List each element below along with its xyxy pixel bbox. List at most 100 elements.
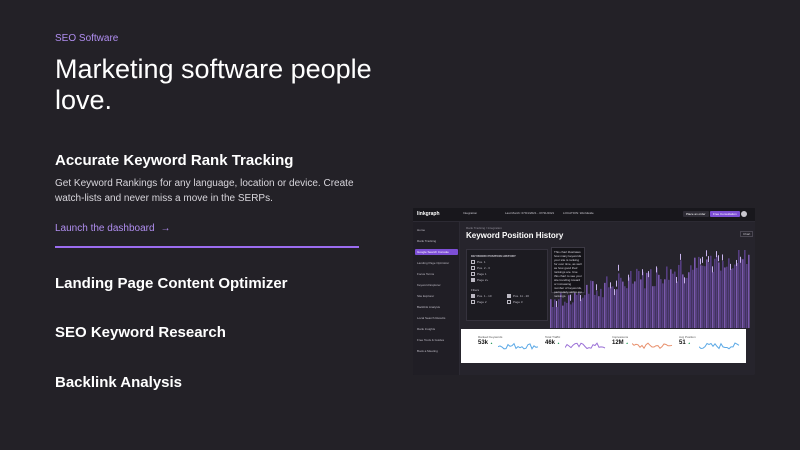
chart-bar	[648, 273, 650, 328]
chart-bar	[580, 299, 582, 328]
chart-bar	[618, 273, 620, 328]
stat-card-value: 46k ▲	[545, 340, 560, 346]
feature-title-rank-tracking[interactable]: Accurate Keyword Rank Tracking	[55, 152, 293, 169]
mockup-stat-cards: Ranked Keywords 53k ▲ Total Traffic 46k ▲ …	[461, 329, 746, 363]
mockup-sidebar-item: Rank Insights	[417, 327, 436, 331]
chart-bar-highlight	[618, 264, 619, 271]
chart-bar	[616, 289, 618, 328]
feature-description: Get Keyword Rankings for any language, l…	[55, 178, 354, 204]
chart-bar	[624, 286, 626, 328]
chart-bar	[740, 258, 742, 328]
feature-title-content-optimizer[interactable]: Landing Page Content Optimizer	[55, 275, 288, 292]
mockup-sidebar-item: Home	[417, 228, 426, 232]
chart-bar	[748, 254, 750, 328]
chart-bar	[662, 283, 664, 328]
sparkline-purple	[565, 342, 606, 350]
chart-bar	[664, 279, 666, 328]
chart-bar-highlight	[676, 276, 677, 283]
chart-bar	[606, 276, 608, 328]
chart-bar	[610, 286, 612, 328]
chart-bar-highlight	[570, 294, 571, 301]
chart-bar	[576, 294, 578, 328]
chart-bar	[736, 263, 738, 328]
chart-bar	[592, 281, 594, 328]
chart-bar	[710, 255, 712, 328]
chart-bar	[620, 277, 622, 328]
chart-bar	[690, 265, 692, 328]
chart-bar	[622, 281, 624, 328]
chart-bar	[652, 286, 654, 328]
chart-bar	[706, 259, 708, 328]
chart-bar-highlight	[708, 256, 709, 263]
launch-dashboard-link[interactable]: Launch the dashboard →	[55, 223, 171, 234]
chart-bar	[642, 271, 644, 328]
page-headline: Marketing software people love.	[55, 54, 372, 115]
chart-bar	[650, 269, 652, 328]
chart-bar-highlight	[736, 259, 737, 266]
chart-bar	[732, 268, 734, 328]
chart-bar	[684, 278, 686, 328]
chart-bar	[550, 299, 552, 328]
feature-title-backlink-analysis[interactable]: Backlink Analysis	[55, 374, 182, 391]
legend-item: Page 2+	[471, 278, 488, 283]
chart-bar	[596, 290, 598, 328]
chart-bar-highlight	[680, 253, 681, 260]
chart-bar	[602, 297, 604, 328]
chart-bar	[582, 297, 584, 328]
feature-title-keyword-research[interactable]: SEO Keyword Research	[55, 324, 226, 341]
chart-bar	[586, 284, 588, 328]
chart-bar	[558, 299, 560, 328]
chart-bar	[714, 258, 716, 328]
chart-bar-highlight	[712, 266, 713, 273]
chart-bar	[628, 277, 630, 328]
chart-bar-highlight	[730, 263, 731, 270]
chart-bar	[688, 272, 690, 328]
chart-bar	[632, 283, 634, 328]
legend-item: Pos. 2 - 3	[471, 266, 490, 271]
launch-dashboard-label: Launch the dashboard	[55, 223, 155, 234]
mockup-tooltip: This chart illustrates how many keywords…	[551, 247, 585, 298]
chart-bar-highlight	[614, 289, 615, 296]
mockup-sidebar-item: Google Search Console	[417, 250, 449, 254]
mockup-sidebar-item: Landing Page Optimizer	[417, 261, 450, 265]
chart-bar-highlight	[684, 277, 685, 284]
chart-bar	[708, 262, 710, 328]
chart-bar	[694, 257, 696, 328]
chart-bar	[678, 264, 680, 328]
chart-bar	[698, 256, 700, 328]
chart-bar	[744, 250, 746, 328]
chart-bar	[614, 290, 616, 328]
chart-bar	[566, 302, 568, 328]
sparkline-orange	[632, 342, 673, 350]
chart-bar	[572, 302, 574, 328]
mockup-logo: linkgraph	[417, 211, 440, 217]
legend-item: Pos. 11 - 20	[507, 294, 529, 299]
chart-bar-highlight	[628, 274, 629, 281]
chart-bar	[604, 282, 606, 328]
mockup-sidebar: Home Rank Tracking Google Search Console La…	[413, 222, 460, 375]
chart-bar-highlight	[580, 295, 581, 302]
chart-bar	[658, 274, 660, 328]
chart-bar-highlight	[610, 282, 611, 289]
mockup-project-select: Integration	[463, 211, 478, 215]
chart-bar-highlight	[700, 258, 701, 265]
chart-bar	[594, 294, 596, 328]
chart-bar	[634, 281, 636, 328]
chart-bar	[726, 266, 728, 328]
mockup-place-order-button: Place an order	[683, 211, 709, 217]
chart-bar	[666, 266, 668, 328]
chart-bar	[734, 264, 736, 328]
legend-item: Page 2	[471, 300, 487, 305]
chart-bar	[742, 259, 744, 328]
chart-bar	[600, 288, 602, 328]
mockup-sidebar-item: Local Search Results	[417, 316, 446, 320]
mockup-topbar: linkgraph Integration Last Month: 07/01/…	[413, 208, 755, 222]
chart-bar	[656, 267, 658, 328]
eyebrow-label: SEO Software	[55, 33, 119, 44]
chart-bar-highlight	[716, 251, 717, 258]
chart-bar	[672, 273, 674, 328]
chart-bar	[660, 279, 662, 328]
chart-bar	[638, 271, 640, 328]
mockup-sidebar-item: Keyword Explorer	[417, 283, 441, 287]
chart-bar	[630, 270, 632, 328]
